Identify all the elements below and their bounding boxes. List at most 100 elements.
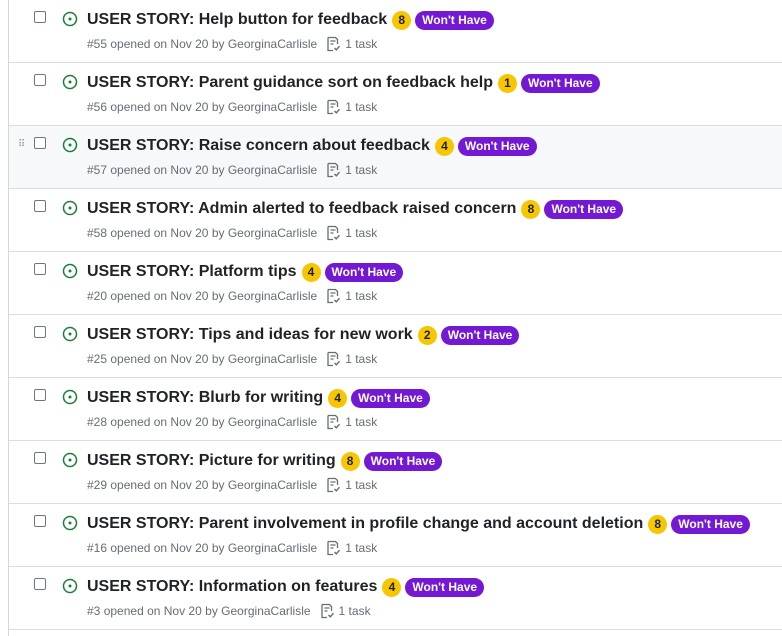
issue-title-link[interactable]: USER STORY: Picture for writing bbox=[87, 450, 336, 472]
issue-opened-icon bbox=[62, 11, 78, 27]
issue-row[interactable]: USER STORY: Help button for feedback 8 W… bbox=[9, 0, 782, 63]
issue-number: #20 bbox=[87, 289, 108, 303]
checklist-icon bbox=[327, 288, 341, 304]
title-line: USER STORY: Tips and ideas for new work … bbox=[87, 324, 520, 346]
issue-title-link[interactable]: USER STORY: Platform tips bbox=[87, 261, 297, 283]
estimate-badge[interactable]: 4 bbox=[434, 136, 454, 156]
issue-opened-icon bbox=[62, 389, 78, 405]
issue-meta: #57 opened on Nov 20 by GeorginaCarlisle… bbox=[87, 162, 377, 178]
label-badge[interactable]: Won't Have bbox=[521, 73, 600, 93]
estimate-badge[interactable]: 4 bbox=[328, 388, 348, 408]
select-checkbox[interactable] bbox=[34, 11, 46, 23]
estimate-badge[interactable]: 4 bbox=[301, 262, 321, 282]
label-badge[interactable]: Won't Have bbox=[457, 136, 537, 156]
issue-row[interactable]: USER STORY: Parent involvement in profil… bbox=[9, 504, 782, 567]
author-link[interactable]: GeorginaCarlisle bbox=[228, 226, 317, 240]
task-count[interactable]: 1 task bbox=[345, 289, 377, 303]
estimate-badge[interactable]: 4 bbox=[382, 577, 402, 597]
issue-opened-icon bbox=[62, 263, 78, 279]
opened-date: opened on Nov 20 bbox=[110, 541, 209, 555]
checklist-icon bbox=[327, 225, 341, 241]
by-text: by bbox=[211, 478, 225, 492]
label-badge[interactable]: Won't Have bbox=[415, 10, 494, 30]
select-checkbox[interactable] bbox=[34, 137, 46, 149]
task-count[interactable]: 1 task bbox=[345, 163, 377, 177]
issue-opened-icon bbox=[62, 515, 78, 531]
label-badge[interactable]: Won't Have bbox=[440, 325, 520, 345]
estimate-badge[interactable]: 8 bbox=[392, 10, 412, 30]
issue-title-link[interactable]: USER STORY: Information on features bbox=[87, 576, 377, 598]
issue-row[interactable]: USER STORY: Picture for writing 8 Won't … bbox=[9, 441, 782, 504]
task-count[interactable]: 1 task bbox=[339, 604, 371, 618]
author-link[interactable]: GeorginaCarlisle bbox=[228, 541, 317, 555]
select-checkbox[interactable] bbox=[34, 452, 46, 464]
label-badge[interactable]: Won't Have bbox=[351, 388, 430, 408]
issue-title-link[interactable]: USER STORY: Parent involvement in profil… bbox=[87, 513, 643, 535]
estimate-badge[interactable]: 8 bbox=[648, 514, 668, 534]
issue-meta: #3 opened on Nov 20 by GeorginaCarlisle … bbox=[87, 603, 371, 619]
estimate-badge[interactable]: 2 bbox=[417, 325, 437, 345]
issue-opened-icon bbox=[62, 326, 78, 342]
checklist-icon bbox=[327, 351, 341, 367]
author-link[interactable]: GeorginaCarlisle bbox=[221, 604, 310, 618]
author-link[interactable]: GeorginaCarlisle bbox=[228, 163, 317, 177]
issue-row[interactable]: USER STORY: Tips and ideas for new work … bbox=[9, 315, 782, 378]
checklist-icon bbox=[327, 162, 341, 178]
author-link[interactable]: GeorginaCarlisle bbox=[228, 289, 317, 303]
task-count[interactable]: 1 task bbox=[345, 100, 377, 114]
issue-title-link[interactable]: USER STORY: Raise concern about feedback bbox=[87, 135, 430, 157]
author-link[interactable]: GeorginaCarlisle bbox=[228, 352, 317, 366]
task-count[interactable]: 1 task bbox=[345, 352, 377, 366]
estimate-badge[interactable]: 8 bbox=[340, 451, 360, 471]
grabber-icon[interactable]: ⠿ bbox=[18, 140, 25, 150]
select-checkbox[interactable] bbox=[34, 578, 46, 590]
issue-title-link[interactable]: USER STORY: Help button for feedback bbox=[87, 9, 387, 31]
label-badge[interactable]: Won't Have bbox=[363, 451, 443, 471]
issue-title-link[interactable]: USER STORY: Blurb for writing bbox=[87, 387, 323, 409]
title-line: USER STORY: Help button for feedback 8 W… bbox=[87, 9, 494, 31]
issue-title-link[interactable]: USER STORY: Parent guidance sort on feed… bbox=[87, 72, 493, 94]
issue-row[interactable]: USER STORY: Parent guidance sort on feed… bbox=[9, 63, 782, 126]
estimate-badge[interactable]: 8 bbox=[521, 199, 541, 219]
task-count[interactable]: 1 task bbox=[345, 478, 377, 492]
issue-title-link[interactable]: USER STORY: Tips and ideas for new work bbox=[87, 324, 413, 346]
label-badge[interactable]: Won't Have bbox=[405, 577, 485, 597]
select-checkbox[interactable] bbox=[34, 326, 46, 338]
opened-date: opened on Nov 20 bbox=[110, 289, 209, 303]
label-badge[interactable]: Won't Have bbox=[324, 262, 404, 282]
issue-row[interactable]: USER STORY: Information on features 4 Wo… bbox=[9, 567, 782, 630]
issue-title-link[interactable]: USER STORY: Admin alerted to feedback ra… bbox=[87, 198, 516, 220]
issue-opened-icon bbox=[62, 578, 78, 594]
label-badge[interactable]: Won't Have bbox=[544, 199, 624, 219]
task-count[interactable]: 1 task bbox=[345, 541, 377, 555]
select-checkbox[interactable] bbox=[34, 74, 46, 86]
estimate-badge[interactable]: 1 bbox=[498, 73, 518, 93]
opened-date: opened on Nov 20 bbox=[110, 226, 209, 240]
checklist-icon bbox=[327, 99, 341, 115]
author-link[interactable]: GeorginaCarlisle bbox=[228, 478, 317, 492]
select-checkbox[interactable] bbox=[34, 515, 46, 527]
issue-opened-icon bbox=[62, 452, 78, 468]
select-checkbox[interactable] bbox=[34, 200, 46, 212]
issue-list: USER STORY: Help button for feedback 8 W… bbox=[8, 0, 782, 636]
checklist-icon bbox=[327, 477, 341, 493]
author-link[interactable]: GeorginaCarlisle bbox=[228, 37, 317, 51]
author-link[interactable]: GeorginaCarlisle bbox=[228, 415, 317, 429]
issue-row[interactable]: USER STORY: Platform tips 4 Won't Have #… bbox=[9, 252, 782, 315]
select-checkbox[interactable] bbox=[34, 389, 46, 401]
select-checkbox[interactable] bbox=[34, 263, 46, 275]
issue-number: #57 bbox=[87, 163, 108, 177]
task-count[interactable]: 1 task bbox=[345, 415, 377, 429]
issue-number: #29 bbox=[87, 478, 108, 492]
issue-meta: #58 opened on Nov 20 by GeorginaCarlisle… bbox=[87, 225, 377, 241]
task-count[interactable]: 1 task bbox=[345, 226, 377, 240]
issue-row[interactable]: USER STORY: Admin alerted to feedback ra… bbox=[9, 189, 782, 252]
label-badge[interactable]: Won't Have bbox=[671, 514, 750, 534]
opened-date: opened on Nov 20 bbox=[110, 163, 209, 177]
issue-row[interactable]: ⠿ USER STORY: Raise concern about feedba… bbox=[9, 126, 782, 189]
opened-date: opened on Nov 20 bbox=[110, 352, 209, 366]
title-line: USER STORY: Admin alerted to feedback ra… bbox=[87, 198, 624, 220]
task-count[interactable]: 1 task bbox=[345, 37, 377, 51]
issue-row[interactable]: USER STORY: Blurb for writing 4 Won't Ha… bbox=[9, 378, 782, 441]
author-link[interactable]: GeorginaCarlisle bbox=[228, 100, 317, 114]
